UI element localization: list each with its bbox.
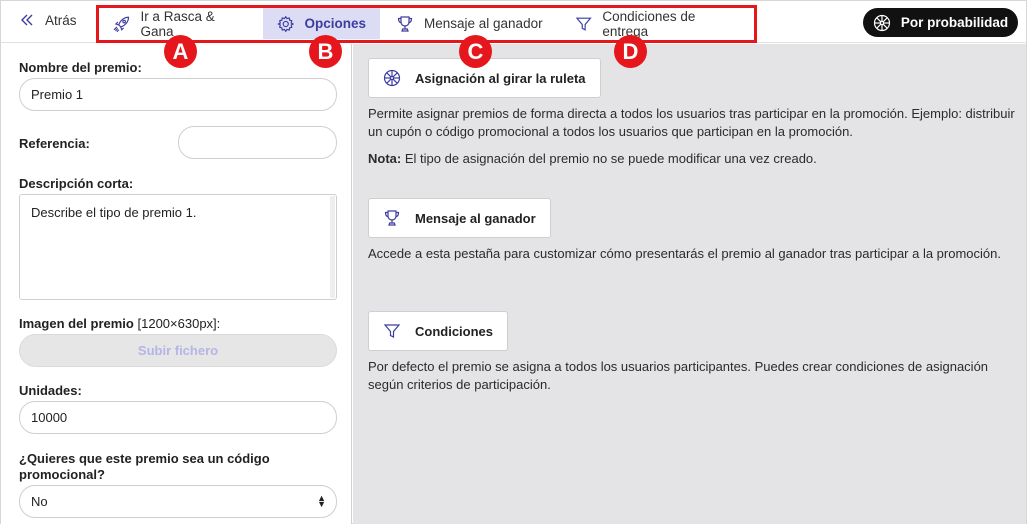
marker-b: B [309,35,342,68]
tab-label: Ir a Rasca & Gana [140,8,215,39]
wheel-icon [383,69,401,87]
wheel-icon [873,14,890,31]
conditions-description: Por defecto el premio se asigna a todos … [368,359,989,392]
image-label: Imagen del premio [1200×630px]: [19,316,220,331]
image-size-hint: [1200×630px]: [137,316,221,331]
trophy-icon [384,210,400,226]
rocket-icon [113,16,130,32]
units-label: Unidades: [19,383,82,398]
prize-name-input[interactable]: Premio 1 [19,78,337,111]
image-label-text: Imagen del premio [19,316,134,331]
winner-message-button[interactable]: Mensaje al ganador [368,198,551,238]
gear-icon [277,15,295,32]
prize-name-label: Nombre del premio: [19,60,142,75]
back-button[interactable]: Atrás [19,12,77,28]
description-label: Descripción corta: [19,176,134,191]
reference-label: Referencia: [19,136,90,151]
prize-form-panel: Nombre del premio: Premio 1 Referencia: … [1,44,352,524]
tab-mensaje-al-ganador[interactable]: Mensaje al ganador [382,8,557,39]
winner-message-description: Accede a esta pestaña para customizar có… [368,246,1001,261]
trophy-icon [397,15,413,32]
tab-label: Mensaje al ganador [424,16,543,31]
promo-code-value: No [31,494,48,509]
por-probabilidad-button[interactable]: Por probabilidad [863,8,1018,37]
select-updown-icon: ▲ ▼ [317,493,326,509]
reference-input[interactable] [178,126,337,159]
marker-c: C [459,35,492,68]
winner-message-button-label: Mensaje al ganador [415,210,536,226]
assignment-description: Permite asignar premios de forma directa… [368,106,1015,139]
promo-code-select[interactable]: No ▲ ▼ [19,485,337,518]
tab-label: Opciones [304,16,366,31]
promo-code-label: ¿Quieres que este premio sea un código p… [19,451,270,482]
tab-label: Condiciones de entrega [602,8,696,39]
description-text: Describe el tipo de premio 1. [31,205,197,220]
app-window: Atrás Ir a Rasca & Gana Opciones Mensaje… [0,0,1027,524]
filter-icon [383,324,401,338]
back-label: Atrás [45,12,77,28]
por-probabilidad-label: Por probabilidad [900,15,1009,30]
conditions-button[interactable]: Condiciones [368,311,509,351]
units-input[interactable]: 10000 [19,401,337,434]
note-label: Nota: [368,151,402,166]
tab-condiciones-de-entrega[interactable]: Condiciones de entrega [561,8,754,39]
marker-a: A [164,35,197,68]
assignment-note: Nota: El tipo de asignación del premio n… [368,150,1018,168]
assignment-button-label: Asignación al girar la ruleta [415,70,586,86]
double-chevron-left-icon [21,14,33,26]
info-panel: Asignación al girar la ruleta Permite as… [353,44,1026,524]
conditions-button-label: Condiciones [415,323,494,339]
note-text: El tipo de asignación del premio no se p… [404,151,817,166]
description-textarea[interactable]: Describe el tipo de premio 1. [19,194,337,300]
marker-d: D [614,35,647,68]
upload-file-button[interactable]: Subir fichero [19,334,337,367]
top-navigation-bar: Atrás Ir a Rasca & Gana Opciones Mensaje… [1,1,1026,43]
filter-icon [575,17,592,31]
textarea-scrollbar[interactable] [330,196,335,298]
